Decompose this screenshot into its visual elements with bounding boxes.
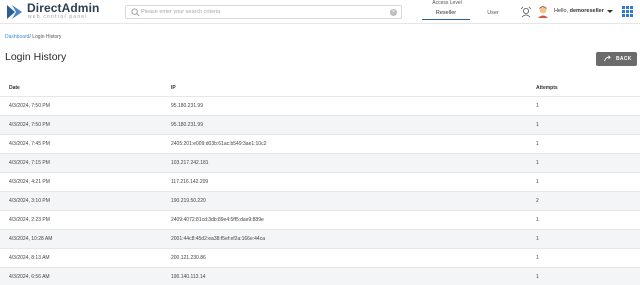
cell-attempts: 1 xyxy=(536,103,539,109)
avatar[interactable] xyxy=(537,5,549,18)
back-button-label: BACK xyxy=(616,55,632,62)
directadmin-logo-icon xyxy=(7,5,22,19)
chevron-down-icon[interactable] xyxy=(607,10,613,13)
user-greeting[interactable]: Hello, demoreseller xyxy=(554,8,604,14)
cell-attempts: 1 xyxy=(536,274,539,280)
cell-date: 4/3/2024, 8:13 AM xyxy=(9,255,50,261)
table-header: Date IP Attempts xyxy=(0,80,640,96)
column-header-date[interactable]: Date xyxy=(9,85,20,91)
greeting-text: Hello, xyxy=(554,8,569,14)
breadcrumb-current: Login History xyxy=(32,34,62,40)
table-row: 4/3/2024, 4:21 PM 117.216.142.209 1 xyxy=(0,172,640,191)
cell-date: 4/3/2024, 7:45 PM xyxy=(9,141,50,147)
table-row: 4/3/2024, 7:50 PM 95.180.231.99 1 xyxy=(0,115,640,134)
back-button[interactable]: BACK xyxy=(596,52,637,66)
cell-attempts: 1 xyxy=(536,236,539,242)
cell-ip: 95.180.231.99 xyxy=(171,122,203,128)
column-header-attempts[interactable]: Attempts xyxy=(536,85,558,91)
cell-ip: 2405:201:e009:d03b:61ac:b549:3ae1:10c2 xyxy=(171,141,267,147)
cell-attempts: 1 xyxy=(536,141,539,147)
cell-ip: 200.121.230.86 xyxy=(171,255,206,261)
page-title: Login History xyxy=(5,51,67,63)
cell-attempts: 1 xyxy=(536,255,539,261)
table-row: 4/3/2024, 7:45 PM 2405:201:e009:d03b:61a… xyxy=(0,134,640,153)
table-row: 4/3/2024, 3:10 PM 190.219.50.220 2 xyxy=(0,191,640,210)
column-header-ip[interactable]: IP xyxy=(171,85,176,91)
cell-ip: 2001:44c8:45d2:ea38:f5ef:ef2a:166e:44ca xyxy=(171,236,265,242)
cell-ip: 95.180.231.99 xyxy=(171,103,203,109)
table-row: 4/3/2024, 6:56 AM 190.140.113.14 1 xyxy=(0,267,640,285)
search-box[interactable]: × xyxy=(125,5,402,19)
breadcrumb-dashboard[interactable]: Dashboard xyxy=(5,34,29,40)
login-history-table: Date IP Attempts 4/3/2024, 7:50 PM 95.18… xyxy=(0,80,640,285)
cell-ip: 190.219.50.220 xyxy=(171,198,206,204)
brand-logo[interactable]: DirectAdmin web control panel xyxy=(6,2,99,22)
cell-attempts: 1 xyxy=(536,179,539,185)
table-row: 4/3/2024, 10:28 AM 2001:44c8:45d2:ea38:f… xyxy=(0,229,640,248)
table-row: 4/3/2024, 8:13 AM 200.121.230.86 1 xyxy=(0,248,640,267)
cell-ip: 117.216.142.209 xyxy=(171,179,209,185)
cell-attempts: 2 xyxy=(536,198,539,204)
breadcrumb: Dashboard/ Login History xyxy=(5,34,61,40)
table-row: 4/3/2024, 2:23 PM 2409:4072:81cd:3db:89e… xyxy=(0,210,640,229)
access-level-label: Access Level xyxy=(432,0,462,6)
cell-ip: 103.217.242.181 xyxy=(171,160,209,166)
cell-date: 4/3/2024, 2:23 PM xyxy=(9,217,50,223)
cell-ip: 2409:4072:81cd:3db:89e4:5ff5:dae9:889e xyxy=(171,217,264,223)
table-row: 4/3/2024, 7:15 PM 103.217.242.181 1 xyxy=(0,153,640,172)
search-input[interactable] xyxy=(141,7,381,17)
back-arrow-icon xyxy=(604,55,611,62)
apps-grid-icon[interactable] xyxy=(622,6,633,17)
cell-date: 4/3/2024, 7:50 PM xyxy=(9,103,50,109)
cell-date: 4/3/2024, 7:15 PM xyxy=(9,160,50,166)
username: demoreseller xyxy=(569,8,604,14)
cell-date: 4/3/2024, 4:21 PM xyxy=(9,179,50,185)
cell-attempts: 1 xyxy=(536,122,539,128)
access-level-switcher: Access Level Reseller User xyxy=(418,0,508,24)
cell-date: 4/3/2024, 3:10 PM xyxy=(9,198,50,204)
cell-date: 4/3/2024, 7:50 PM xyxy=(9,122,50,128)
cell-date: 4/3/2024, 10:28 AM xyxy=(9,236,53,242)
cell-attempts: 1 xyxy=(536,160,539,166)
brand-tagline: web control panel xyxy=(28,14,88,20)
tab-reseller[interactable]: Reseller xyxy=(422,7,470,20)
search-icon xyxy=(131,8,140,17)
cell-attempts: 1 xyxy=(536,217,539,223)
table-row: 4/3/2024, 7:50 PM 95.180.231.99 1 xyxy=(0,96,640,115)
top-bar: DirectAdmin web control panel × Access L… xyxy=(0,0,640,24)
login-as-icon[interactable] xyxy=(520,6,532,18)
clear-search-icon[interactable]: × xyxy=(390,9,397,16)
cell-ip: 190.140.113.14 xyxy=(171,274,206,280)
tab-user[interactable]: User xyxy=(478,7,508,20)
cell-date: 4/3/2024, 6:56 AM xyxy=(9,274,50,280)
